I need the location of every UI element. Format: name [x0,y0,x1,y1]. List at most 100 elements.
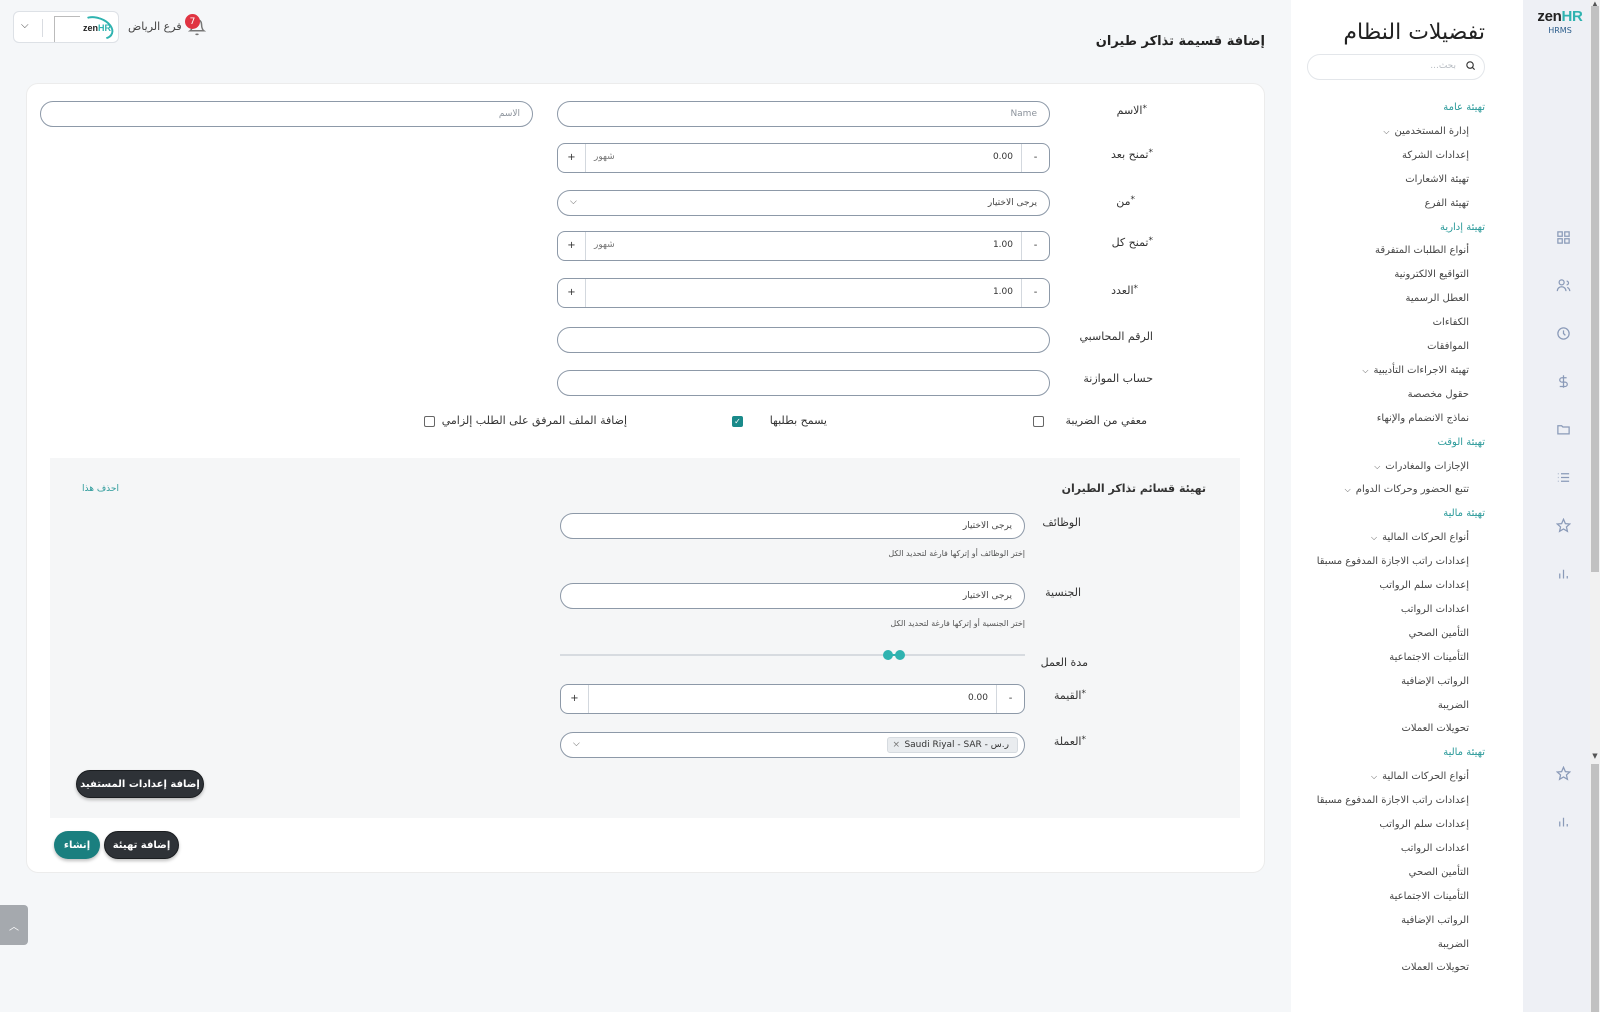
increment-button[interactable]: + [558,232,586,260]
currency-tag[interactable]: × Saudi Riyal - SAR - ر.س [887,737,1018,753]
nav-section-header[interactable]: تهيئة مالية [1443,508,1485,519]
slider-handle-min[interactable] [883,650,893,660]
nav-item[interactable]: اعدادات الرواتب [1401,604,1469,615]
tax-exempt-checkbox[interactable] [1033,416,1044,427]
remove-tag-icon[interactable]: × [892,738,900,752]
work-duration-slider[interactable] [560,648,1025,662]
grant-every-stepper[interactable]: - 1.00 شهور + [557,231,1050,261]
star-icon[interactable] [1552,514,1574,536]
nav-item[interactable]: الضريبة [1438,939,1469,950]
nav-item[interactable]: إعدادات راتب الاجازة المدفوع مسبقا [1317,795,1469,806]
nav-group-item[interactable]: إدارة المستخدمين ⌵ [1383,126,1469,137]
top-bar: ⌵ zen HR فرع الرياض 7 إضافة قسيمة تذاكر ط… [0,0,1291,58]
decrement-button[interactable]: - [996,685,1024,713]
attachment-required-checkbox[interactable] [424,416,435,427]
nav-item[interactable]: الضريبة [1438,700,1469,711]
nav-item[interactable]: التأمين الصحي [1409,867,1469,878]
create-button[interactable]: إنشاء [54,831,100,859]
chevron-down-icon[interactable]: ⌵ [1345,485,1351,495]
branch-name[interactable]: فرع الرياض [128,20,182,33]
add-config-button[interactable]: إضافة تهيئة [104,831,179,859]
jobs-select[interactable]: يرجى الاختيار [560,513,1025,539]
value-value[interactable]: 0.00 [968,693,988,703]
zenhr-logo[interactable]: zenHR HRMS [1530,8,1590,35]
chevron-down-icon[interactable]: ⌵ [1362,366,1368,376]
branch-switcher[interactable]: ⌵ zen HR [13,11,119,43]
increment-button[interactable]: + [561,685,589,713]
nav-item[interactable]: الرواتب الإضافية [1401,676,1469,687]
nav-item[interactable]: تهيئة الفرع [1425,198,1469,209]
from-select[interactable]: يرجى الاختيار ⌵ [557,190,1050,216]
users-icon[interactable] [1552,274,1574,296]
name-ar-input[interactable]: الاسم [40,101,533,127]
nav-item[interactable]: إعدادات راتب الاجازة المدفوع مسبقا [1317,556,1469,567]
chevron-down-icon[interactable]: ⌵ [1383,127,1389,137]
nav-item[interactable]: العطل الرسمية [1406,293,1470,304]
nav-item[interactable]: نماذج الانضمام والإنهاء [1377,413,1469,424]
folder-icon[interactable] [1552,418,1574,440]
nav-item[interactable]: أنواع الطلبات المتفرقة [1375,245,1469,256]
slider-handle-max[interactable] [895,650,905,660]
scrollbar-thumb[interactable] [1591,6,1599,572]
nav-group-item[interactable]: أنواع الحركات المالية ⌵ [1371,771,1469,782]
star-icon[interactable] [1552,762,1574,784]
name-en-input[interactable]: Name [557,101,1050,127]
nav-item[interactable]: حقول مخصصة [1408,389,1469,400]
nav-item[interactable]: الكفاءات [1433,317,1469,328]
chevron-down-icon[interactable]: ⌵ [21,20,29,31]
increment-button[interactable]: + [558,144,586,172]
nav-group-item[interactable]: أنواع الحركات المالية ⌵ [1371,532,1469,543]
nav-item[interactable]: التأمينات الاجتماعية [1389,891,1469,902]
page-scrollbar[interactable]: ▲ ▼ [1590,0,1600,1012]
nav-item[interactable]: الرواتب الإضافية [1401,915,1469,926]
grant-every-value[interactable]: 1.00 [993,240,1013,250]
scrollbar-thumb[interactable] [1591,764,1599,1012]
nav-item[interactable]: الموافقات [1427,341,1469,352]
panel-search-input[interactable]: بحث... [1307,54,1485,80]
add-beneficiary-settings-button[interactable]: إضافة إعدادات المستفيد [76,770,204,798]
scroll-top-button[interactable]: ︿ [0,905,28,945]
currency-select[interactable]: × Saudi Riyal - SAR - ر.س ⌵ [560,732,1025,758]
value-stepper[interactable]: - 0.00 + [560,684,1025,714]
nav-section-header[interactable]: تهيئة عامة [1443,102,1485,113]
nav-section-header[interactable]: تهيئة إدارية [1440,222,1485,233]
nav-item[interactable]: تهيئة الاشعارات [1405,174,1469,185]
list-icon[interactable] [1552,466,1574,488]
nav-item[interactable]: تحويلات العملات [1401,962,1469,973]
decrement-button[interactable]: - [1021,232,1049,260]
grant-after-stepper[interactable]: - 0.00 شهور + [557,143,1050,173]
increment-button[interactable]: + [558,279,586,307]
nav-item[interactable]: التواقيع الالكترونية [1394,269,1469,280]
delete-link[interactable]: احذف هذا [82,484,119,494]
nav-item[interactable]: اعدادات الرواتب [1401,843,1469,854]
accounting-number-input[interactable] [557,327,1050,353]
count-stepper[interactable]: - 1.00 + [557,278,1050,308]
dashboard-icon[interactable] [1552,226,1574,248]
budget-account-input[interactable] [557,370,1050,396]
nav-item[interactable]: تحويلات العملات [1401,723,1469,734]
grant-after-value[interactable]: 0.00 [993,152,1013,162]
count-value[interactable]: 1.00 [993,287,1013,297]
allow-request-checkbox[interactable]: ✓ [732,416,743,427]
nav-section-header[interactable]: تهيئة مالية [1443,747,1485,758]
decrement-button[interactable]: - [1021,144,1049,172]
bar-chart-icon[interactable] [1552,810,1574,832]
dollar-icon[interactable] [1552,370,1574,392]
chevron-down-icon[interactable]: ⌵ [1371,533,1377,543]
chevron-down-icon[interactable]: ⌵ [1374,462,1380,472]
chevron-down-icon[interactable]: ⌵ [1371,772,1377,782]
nav-item[interactable]: إعدادات الشركة [1402,150,1469,161]
nav-item[interactable]: إعدادات سلم الرواتب [1379,580,1469,591]
nationality-select[interactable]: يرجى الاختيار [560,583,1025,609]
decrement-button[interactable]: - [1021,279,1049,307]
nav-item[interactable]: التأمين الصحي [1409,628,1469,639]
nav-section-header[interactable]: تهيئة الوقت [1437,437,1485,448]
nav-group-item[interactable]: تهيئة الاجراءات التأديبية ⌵ [1362,365,1469,376]
clock-icon[interactable] [1552,322,1574,344]
nav-group-item[interactable]: تتبع الحضور وحركات الدوام ⌵ [1345,484,1469,495]
bar-chart-icon[interactable] [1552,562,1574,584]
nav-group-item[interactable]: الإجازات والمغادرات ⌵ [1374,461,1469,472]
scroll-down-icon[interactable]: ▼ [1591,752,1599,760]
nav-item[interactable]: التأمينات الاجتماعية [1389,652,1469,663]
nav-item[interactable]: إعدادات سلم الرواتب [1379,819,1469,830]
